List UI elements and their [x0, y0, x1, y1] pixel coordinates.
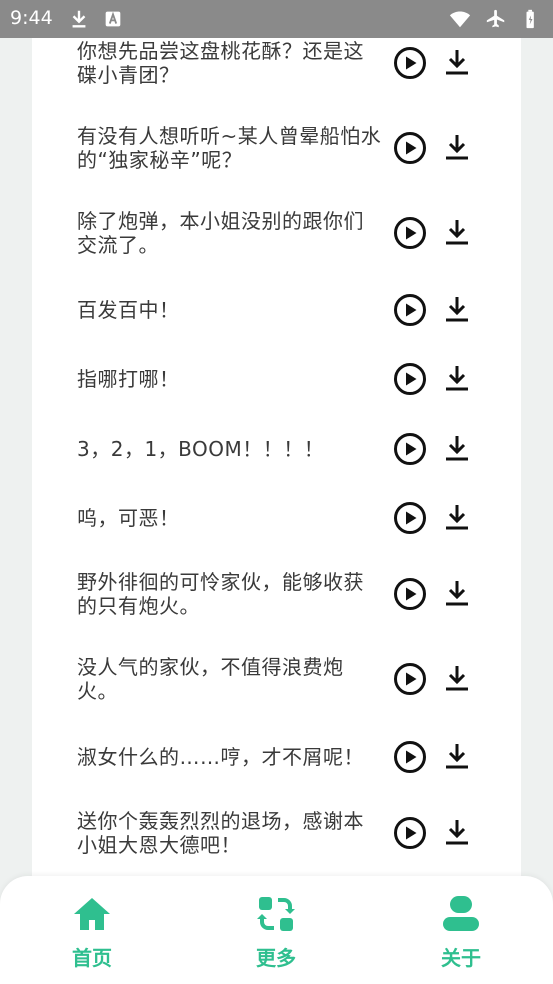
download-icon: [446, 297, 468, 322]
home-icon: [72, 894, 112, 934]
download-icon: [446, 505, 468, 530]
airplane-icon: [485, 8, 507, 30]
play-button[interactable]: [393, 131, 427, 165]
voice-line-text: 送你个轰轰烈烈的退场，感谢本小姐大恩大德吧！: [77, 809, 364, 857]
font-a-icon: [102, 8, 124, 30]
nav-label-about: 关于: [441, 946, 481, 970]
download-icon: [446, 436, 468, 461]
play-circle-icon: [394, 817, 426, 849]
download-button[interactable]: [443, 363, 471, 393]
voice-line-text: 没人气的家伙，不值得浪费炮火。: [77, 655, 344, 703]
voice-line-row: 野外徘徊的可怜家伙，能够收获的只有炮火。: [77, 570, 497, 618]
voice-line-row: 你想先品尝这盘桃花酥？还是这碟小青团？: [77, 39, 497, 87]
download-button[interactable]: [443, 817, 471, 847]
download-icon: [68, 8, 90, 30]
bottom-nav: 首页 更多 关于: [0, 876, 553, 984]
voice-line-row: 没人气的家伙，不值得浪费炮火。: [77, 655, 497, 703]
voice-line-text: 淑女什么的……哼，才不屑呢！: [77, 745, 364, 769]
download-button[interactable]: [443, 294, 471, 324]
play-circle-icon: [394, 47, 426, 79]
play-circle-icon: [394, 363, 426, 395]
download-button[interactable]: [443, 132, 471, 162]
download-icon: [446, 820, 468, 845]
voice-line-text: 指哪打哪！: [77, 367, 180, 391]
play-button[interactable]: [393, 740, 427, 774]
download-button[interactable]: [443, 502, 471, 532]
voice-line-row: 指哪打哪！: [77, 363, 497, 395]
play-button[interactable]: [393, 216, 427, 250]
voice-line-text: 野外徘徊的可怜家伙，能够收获的只有炮火。: [77, 570, 364, 618]
nav-item-more[interactable]: 更多: [236, 894, 316, 971]
voice-line-row: 百发百中！: [77, 294, 497, 326]
play-button[interactable]: [393, 46, 427, 80]
download-icon: [446, 50, 468, 75]
play-button[interactable]: [393, 816, 427, 850]
status-right-icons: [449, 8, 543, 30]
voice-line-text: 百发百中！: [77, 298, 180, 322]
play-circle-icon: [394, 741, 426, 773]
user-icon: [441, 894, 481, 934]
download-icon: [446, 366, 468, 391]
play-circle-icon: [394, 294, 426, 326]
voice-line-text: 呜，可恶！: [77, 506, 180, 530]
play-circle-icon: [394, 663, 426, 695]
nav-label-home: 首页: [72, 946, 112, 970]
battery-icon: [521, 8, 543, 30]
voice-line-row: 呜，可恶！: [77, 502, 497, 534]
voice-line-row: 3，2，1，BOOM！！！！: [77, 433, 497, 465]
play-circle-icon: [394, 502, 426, 534]
play-button[interactable]: [393, 501, 427, 535]
status-time: 9:44: [10, 7, 53, 29]
play-button[interactable]: [393, 293, 427, 327]
voice-line-text: 有没有人想听听~某人曾晕船怕水的“独家秘辛”呢？: [77, 124, 382, 172]
voice-line-text: 你想先品尝这盘桃花酥？还是这碟小青团？: [77, 39, 364, 87]
play-button[interactable]: [393, 662, 427, 696]
play-circle-icon: [394, 217, 426, 249]
download-button[interactable]: [443, 663, 471, 693]
download-icon: [446, 744, 468, 769]
download-icon: [446, 666, 468, 691]
voice-line-text: 3，2，1，BOOM！！！！: [77, 437, 325, 461]
swap-icon: [256, 894, 296, 934]
voice-line-row: 除了炮弹，本小姐没别的跟你们交流了。: [77, 209, 497, 257]
play-button[interactable]: [393, 362, 427, 396]
download-button[interactable]: [443, 217, 471, 247]
wifi-icon: [449, 8, 471, 30]
play-circle-icon: [394, 433, 426, 465]
voice-line-row: 送你个轰轰烈烈的退场，感谢本小姐大恩大德吧！: [77, 809, 497, 857]
download-icon: [446, 581, 468, 606]
download-button[interactable]: [443, 433, 471, 463]
play-circle-icon: [394, 578, 426, 610]
status-left-icons: [68, 8, 124, 30]
download-icon: [446, 220, 468, 245]
voice-line-text: 除了炮弹，本小姐没别的跟你们交流了。: [77, 209, 364, 257]
nav-item-about[interactable]: 关于: [421, 894, 501, 971]
play-button[interactable]: [393, 577, 427, 611]
download-icon: [446, 135, 468, 160]
voice-line-row: 有没有人想听听~某人曾晕船怕水的“独家秘辛”呢？: [77, 124, 497, 172]
play-button[interactable]: [393, 432, 427, 466]
download-button[interactable]: [443, 578, 471, 608]
status-bar: 9:44: [0, 0, 553, 38]
play-circle-icon: [394, 132, 426, 164]
nav-label-more: 更多: [256, 946, 296, 970]
download-button[interactable]: [443, 47, 471, 77]
voice-line-row: 淑女什么的……哼，才不屑呢！: [77, 741, 497, 773]
nav-item-home[interactable]: 首页: [52, 894, 132, 971]
download-button[interactable]: [443, 741, 471, 771]
